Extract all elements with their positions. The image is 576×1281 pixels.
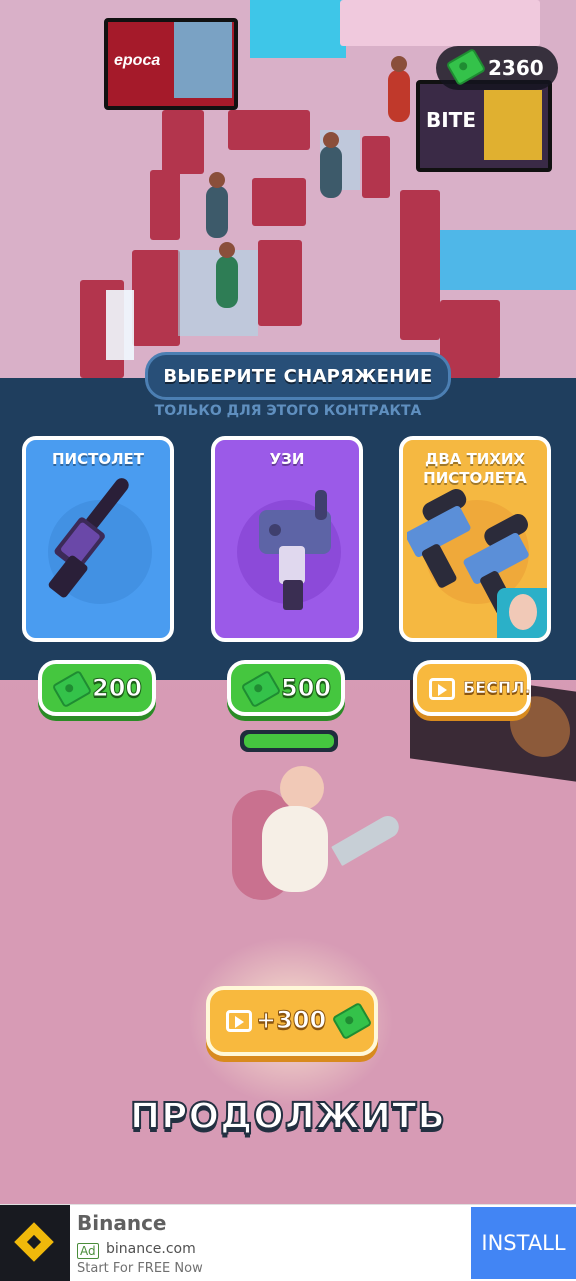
buy-uzi-button[interactable]: 500: [227, 660, 345, 716]
billboard-left-text: epoca: [114, 52, 161, 69]
ad-badge: Ad: [77, 1243, 99, 1259]
singer-image: [484, 90, 542, 160]
money-value: 2360: [488, 56, 544, 80]
ad-title: Binance: [77, 1211, 167, 1235]
enemy-guard: [216, 242, 238, 308]
loadout-title: ВЫБЕРИТЕ СНАРЯЖЕНИЕ: [145, 352, 451, 400]
weapon-name: УЗИ: [269, 450, 305, 468]
continue-button[interactable]: ПРОДОЛЖИТЬ: [0, 1095, 576, 1138]
weapon-name: ДВА ТИХИХ ПИСТОЛЕТА: [423, 450, 527, 487]
weapon-card-pistol[interactable]: ПИСТОЛЕТ: [22, 436, 174, 642]
loadout-subtitle: ТОЛЬКО ДЛЯ ЭТОГО КОНТРАКТА: [154, 403, 422, 419]
player-health-fill: [244, 734, 334, 748]
player-health-bar: [240, 730, 338, 752]
price-value: 200: [91, 674, 143, 703]
glass-partition: [106, 290, 134, 360]
price-value: БЕСПЛ.: [463, 678, 531, 698]
pool: [250, 0, 346, 58]
weapon-card-uzi[interactable]: УЗИ: [211, 436, 363, 642]
billboard-right: BITE: [416, 80, 552, 172]
install-button[interactable]: INSTALL: [471, 1207, 576, 1279]
player-head: [280, 766, 324, 810]
character-portrait: [497, 588, 547, 638]
wall: [362, 136, 390, 198]
wall: [162, 110, 204, 174]
player-body: [262, 806, 328, 892]
wall: [150, 170, 180, 240]
cash-icon: [445, 47, 487, 87]
enemy-npc: [388, 56, 410, 122]
ad-domain: binance.com: [106, 1241, 196, 1257]
bonus-cash-button[interactable]: +300: [206, 986, 378, 1056]
uzi-icon: [259, 490, 331, 610]
weapon-name: ПИСТОЛЕТ: [51, 450, 145, 468]
free-dual-pistols-button[interactable]: БЕСПЛ.: [413, 660, 531, 716]
video-ad-icon: [226, 1010, 252, 1032]
bald-head-icon: [509, 594, 537, 630]
ad-banner[interactable]: Binance Ad binance.com Start For FREE No…: [0, 1204, 576, 1281]
price-value: 500: [280, 674, 332, 703]
enemy-guard: [320, 132, 342, 198]
pool-right: [440, 230, 576, 290]
player-character: [258, 762, 338, 902]
wall: [252, 178, 306, 226]
cash-icon: [51, 669, 93, 709]
cash-icon: [331, 1001, 373, 1041]
billboard-right-text: BITE: [426, 108, 476, 132]
wall: [258, 240, 302, 326]
billboard-left: epoca: [104, 18, 238, 110]
binance-logo: [0, 1205, 70, 1281]
cyclist-image: [174, 22, 232, 98]
cash-icon: [240, 669, 282, 709]
money-counter: 2360: [436, 46, 558, 90]
bonus-value: +300: [255, 1006, 327, 1035]
buy-pistol-button[interactable]: 200: [38, 660, 156, 716]
binance-diamond-icon: [14, 1222, 54, 1262]
enemy-guard: [206, 172, 228, 238]
building-wall: [340, 0, 540, 46]
wall: [400, 190, 440, 340]
weapon-card-dual-pistols[interactable]: ДВА ТИХИХ ПИСТОЛЕТА: [399, 436, 551, 642]
ad-tagline: Start For FREE Now: [77, 1261, 203, 1276]
wall: [132, 250, 180, 346]
video-ad-icon: [429, 678, 455, 700]
wall: [228, 110, 310, 150]
silenced-pistol-icon: [48, 478, 129, 598]
